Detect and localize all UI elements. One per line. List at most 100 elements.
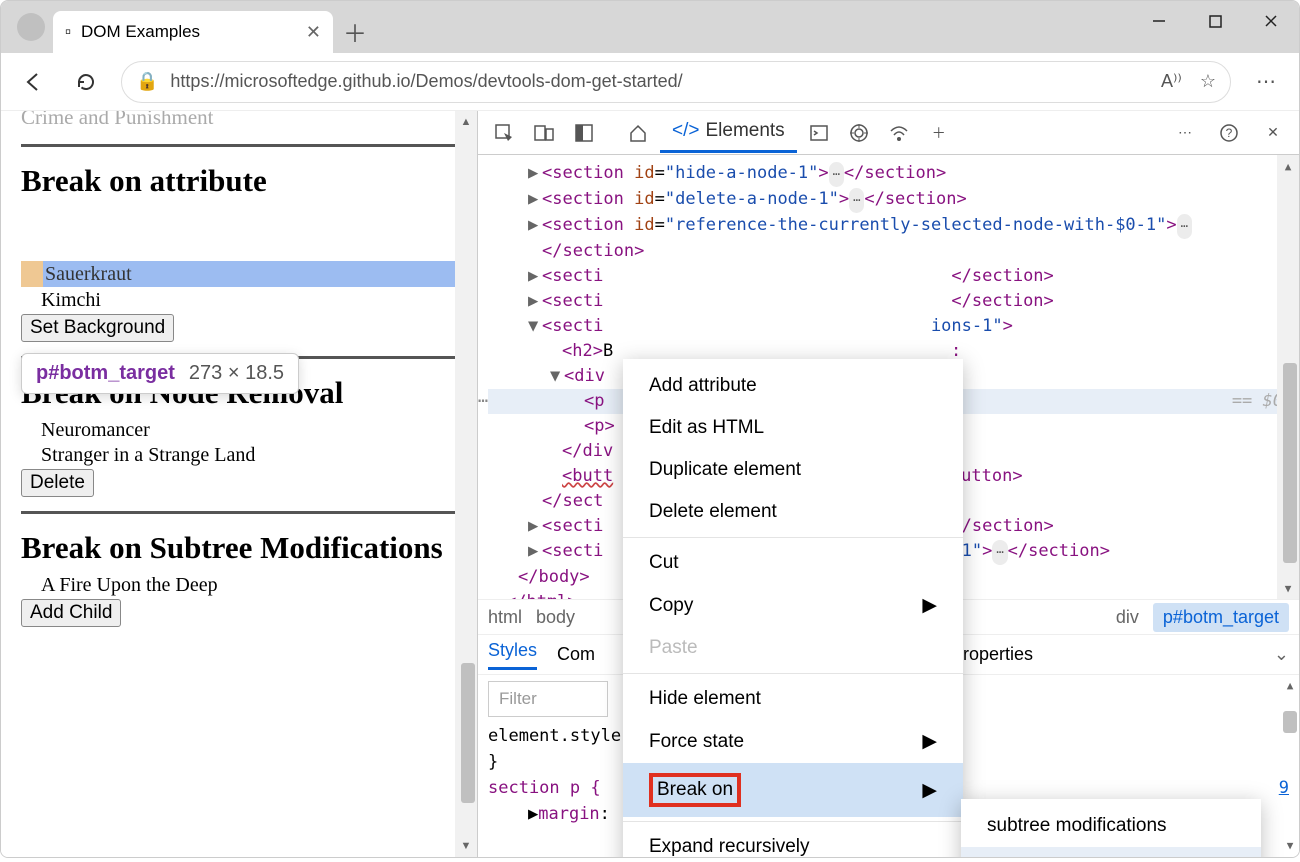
chevron-right-icon: ▶ [922, 594, 937, 617]
collapse-icon[interactable]: ▼ [550, 364, 564, 389]
selected-node[interactable]: <p [584, 391, 604, 411]
svg-text:?: ? [1226, 126, 1233, 140]
scroll-down-arrow[interactable]: ▼ [1279, 835, 1299, 857]
more-tools-icon[interactable]: ⋯ [1167, 115, 1203, 151]
titlebar: ▫ DOM Examples ✕ ＋ [1, 1, 1299, 53]
tab-computed[interactable]: Com [557, 644, 595, 665]
new-tab-button[interactable]: ＋ [333, 9, 377, 53]
style-rule: section p { [488, 778, 601, 798]
scroll-down-arrow[interactable]: ▼ [455, 835, 477, 857]
tab-elements-label: Elements [705, 120, 784, 142]
crumb-target[interactable]: p#botm_target [1153, 603, 1289, 632]
refresh-button[interactable] [69, 65, 103, 99]
read-aloud-icon[interactable]: A⁾⁾ [1161, 71, 1182, 92]
expand-icon[interactable]: ▶ [528, 289, 542, 314]
inspect-icon[interactable] [486, 115, 522, 151]
expand-icon[interactable]: ▶ [528, 264, 542, 289]
menu-cut[interactable]: Cut [623, 542, 963, 584]
divider [21, 511, 457, 514]
menu-hide-element[interactable]: Hide element [623, 678, 963, 720]
dock-icon[interactable] [566, 115, 602, 151]
more-tabs-icon[interactable]: ＋ [921, 115, 957, 151]
ellipsis-icon[interactable]: ⋯ [1177, 214, 1192, 239]
welcome-icon[interactable] [620, 115, 656, 151]
expand-icon[interactable]: ▶ [528, 514, 542, 539]
browser-tab[interactable]: ▫ DOM Examples ✕ [53, 11, 333, 53]
menu-button[interactable]: ⋯ [1249, 65, 1283, 99]
css-property: margin [538, 804, 599, 824]
close-tab-icon[interactable]: ✕ [306, 22, 321, 43]
menu-duplicate[interactable]: Duplicate element [623, 449, 963, 491]
tab-styles[interactable]: Styles [488, 640, 537, 670]
menu-force-state[interactable]: Force state▶ [623, 720, 963, 763]
scroll-thumb[interactable] [461, 663, 475, 803]
scroll-up-arrow[interactable]: ▲ [1277, 155, 1299, 177]
context-menu: Add attribute Edit as HTML Duplicate ele… [623, 359, 963, 857]
cut-text: Crime and Punishment [21, 111, 457, 130]
styles-scrollbar[interactable]: ▲ ▼ [1279, 675, 1299, 857]
tab-title: DOM Examples [81, 22, 200, 42]
set-background-button[interactable]: Set Background [21, 314, 174, 342]
menu-delete-element[interactable]: Delete element [623, 491, 963, 533]
help-icon[interactable]: ? [1211, 115, 1247, 151]
delete-button[interactable]: Delete [21, 469, 94, 497]
tab-elements[interactable]: </> Elements [660, 112, 797, 153]
sources-icon[interactable] [841, 115, 877, 151]
expand-icon[interactable]: ▶ [528, 187, 542, 212]
crumb-div[interactable]: div [1116, 607, 1139, 628]
devtools-tab-bar: </> Elements ＋ ⋯ ? ✕ [478, 111, 1299, 155]
menu-separator [623, 537, 963, 538]
menu-break-on[interactable]: Break on▶ [623, 763, 963, 817]
expand-icon[interactable]: ▶ [528, 213, 542, 238]
favorite-icon[interactable]: ☆ [1200, 71, 1216, 92]
list-item: Neuromancer [21, 419, 457, 442]
section-heading-attribute: Break on attribute [21, 163, 457, 199]
minimize-button[interactable] [1131, 1, 1187, 41]
menu-separator [623, 821, 963, 822]
page-scrollbar[interactable]: ▲ ▼ [455, 111, 477, 857]
menu-copy[interactable]: Copy▶ [623, 584, 963, 627]
address-bar[interactable]: 🔒 https://microsoftedge.github.io/Demos/… [121, 61, 1231, 103]
scroll-down-arrow[interactable]: ▼ [1277, 577, 1299, 599]
tooltip-dimensions: 273 × 18.5 [189, 362, 284, 385]
add-child-button[interactable]: Add Child [21, 599, 121, 627]
crumb-html[interactable]: html [488, 607, 522, 628]
elements-icon: </> [672, 120, 699, 142]
back-button[interactable] [17, 65, 51, 99]
network-icon[interactable] [881, 115, 917, 151]
page-icon: ▫ [65, 22, 71, 42]
crumb-body[interactable]: body [536, 607, 575, 628]
profile-avatar[interactable] [17, 13, 45, 41]
ellipsis-icon[interactable]: ⋯ [849, 188, 864, 213]
maximize-button[interactable] [1187, 1, 1243, 41]
chevron-down-icon[interactable]: ⌄ [1274, 644, 1289, 665]
close-devtools-icon[interactable]: ✕ [1255, 115, 1291, 151]
device-icon[interactable] [526, 115, 562, 151]
close-window-button[interactable] [1243, 1, 1299, 41]
expand-icon[interactable]: ▶ [528, 161, 542, 186]
scroll-thumb[interactable] [1283, 363, 1297, 563]
collapse-icon[interactable]: ▼ [528, 314, 542, 339]
submenu-subtree[interactable]: subtree modifications [961, 805, 1261, 847]
scroll-thumb[interactable] [1283, 711, 1297, 733]
menu-edit-html[interactable]: Edit as HTML [623, 407, 963, 449]
filter-input[interactable]: Filter [488, 681, 608, 717]
tab-properties[interactable]: Properties [951, 644, 1033, 665]
dom-scrollbar[interactable]: ▲ ▼ [1277, 155, 1299, 599]
console-icon[interactable] [801, 115, 837, 151]
menu-expand-recursively[interactable]: Expand recursively [623, 826, 963, 857]
ellipsis-icon[interactable]: ⋯ [992, 540, 1007, 565]
highlighted-element[interactable]: Sauerkraut [21, 261, 457, 287]
submenu-attribute[interactable]: attribute modifications [961, 847, 1261, 857]
expand-icon[interactable]: ▶ [528, 539, 542, 564]
ellipsis-icon[interactable]: ⋯ [829, 162, 844, 187]
url-text: https://microsoftedge.github.io/Demos/de… [170, 71, 682, 92]
list-item: A Fire Upon the Deep [21, 574, 457, 597]
chevron-right-icon: ▶ [922, 779, 937, 802]
row-menu-icon[interactable]: ⋯ [478, 389, 488, 414]
scroll-up-arrow[interactable]: ▲ [455, 111, 477, 133]
scroll-up-arrow[interactable]: ▲ [1279, 675, 1299, 697]
page-content: Crime and Punishment Break on attribute … [1, 111, 477, 857]
tooltip-selector: p#botm_target [36, 362, 175, 385]
menu-add-attribute[interactable]: Add attribute [623, 365, 963, 407]
